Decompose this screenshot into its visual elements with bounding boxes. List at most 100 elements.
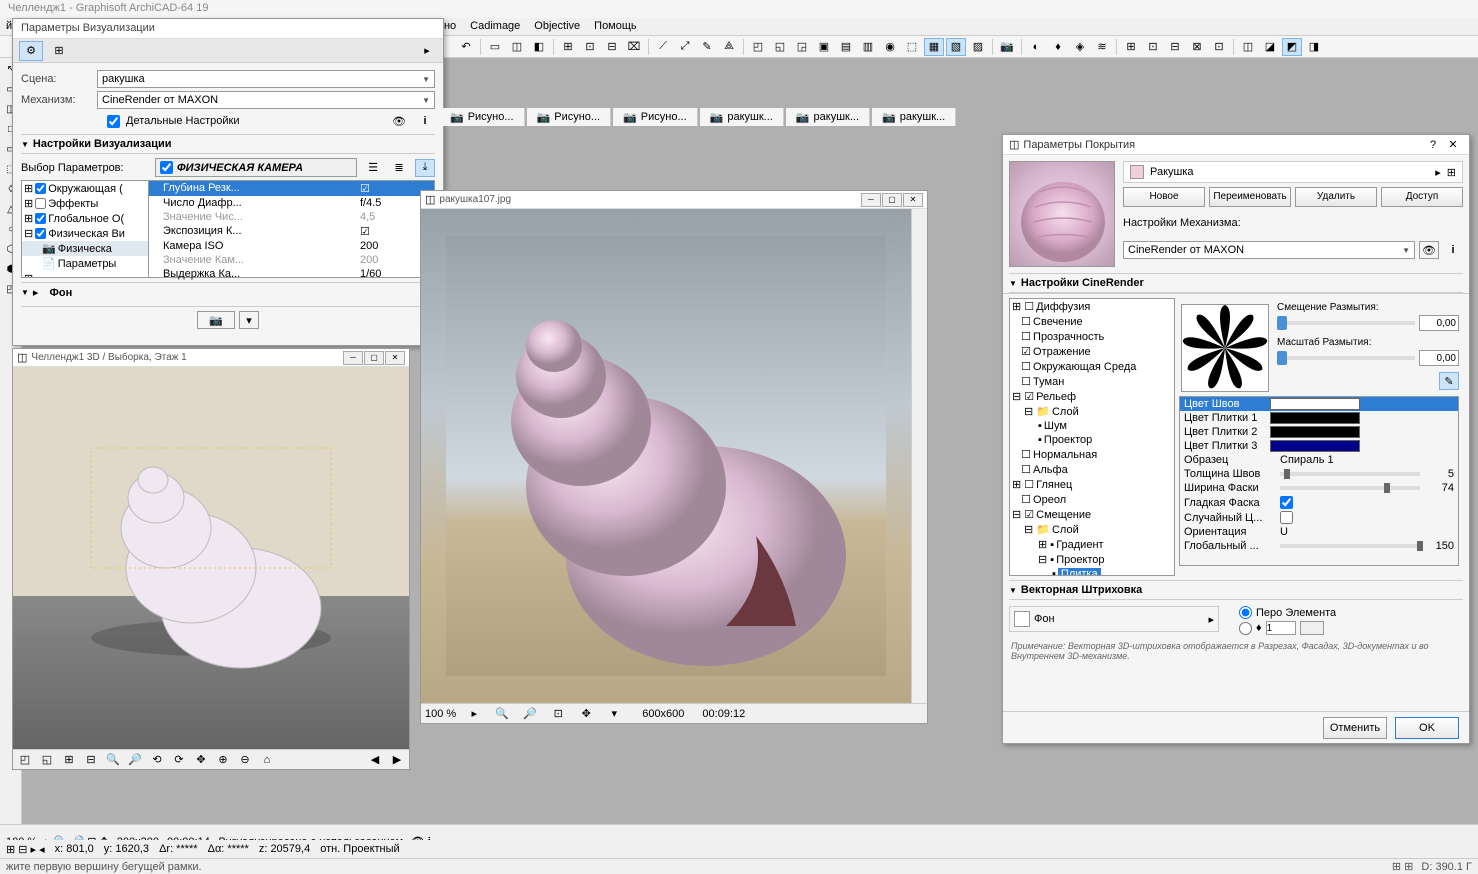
tool-icon[interactable]: ◧ — [529, 38, 549, 56]
tool-icon[interactable]: ⊞ — [558, 38, 578, 56]
close-button[interactable]: ✕ — [385, 351, 405, 365]
maximize-button[interactable]: ▢ — [364, 351, 384, 365]
channel-tree[interactable]: ⊞ ☐ Диффузия ☐ Свечение ☐ Прозрачность ☑… — [1009, 298, 1175, 576]
ok-button[interactable]: OK — [1395, 717, 1459, 739]
nav-icon[interactable]: ⊞ — [59, 751, 79, 769]
fit-icon[interactable]: ⊡ — [548, 705, 568, 723]
menu-objective[interactable]: Objective — [534, 20, 580, 33]
browse-icon[interactable]: ⊞ — [1447, 166, 1456, 179]
render-dropdown-icon[interactable]: ▾ — [239, 311, 259, 329]
list-mode-icon[interactable]: ≣ — [389, 159, 409, 177]
collapse-button[interactable]: ▸ — [417, 42, 437, 60]
doc-tab[interactable]: 📷Рисуно... — [440, 108, 525, 126]
nav-icon[interactable]: ▸ — [464, 705, 484, 723]
delete-button[interactable]: Удалить — [1295, 187, 1377, 207]
detail-checkbox[interactable] — [107, 115, 120, 128]
tool-icon[interactable]: ✎ — [697, 38, 717, 56]
menu-icon[interactable]: ▸ — [1435, 166, 1441, 179]
share-button[interactable]: Доступ — [1381, 187, 1463, 207]
zoom-icon[interactable]: 🔍 — [103, 751, 123, 769]
hatch-section[interactable]: Векторная Штриховка — [1009, 580, 1463, 600]
tool-icon[interactable]: ▥ — [858, 38, 878, 56]
engine-combo[interactable]: CineRender от MAXON▼ — [97, 91, 435, 109]
slider[interactable] — [1280, 486, 1420, 490]
nav-icon[interactable]: ✥ — [191, 751, 211, 769]
minimize-button[interactable]: ─ — [861, 193, 881, 207]
color-swatch[interactable] — [1130, 165, 1144, 179]
doc-tab[interactable]: 📷ракушк... — [700, 108, 784, 126]
background-section[interactable]: Фон — [50, 287, 73, 299]
camera-icon[interactable]: 📷 — [997, 38, 1017, 56]
help-button[interactable]: ? — [1423, 139, 1443, 151]
settings-section-header[interactable]: Настройки Визуализации — [21, 134, 435, 154]
menu-help[interactable]: Помощь — [594, 20, 637, 33]
import-icon[interactable]: ⤓ — [415, 159, 435, 177]
menu-cadimage[interactable]: Cadimage — [470, 20, 520, 33]
nav-icon[interactable]: ⌂ — [257, 751, 277, 769]
tool-icon[interactable]: ⊡ — [580, 38, 600, 56]
nav-icon[interactable]: ◱ — [37, 751, 57, 769]
tool-icon[interactable]: ◈ — [1070, 38, 1090, 56]
nav-icon[interactable]: ◰ — [15, 751, 35, 769]
blur-offset-slider[interactable] — [1277, 316, 1287, 330]
info-icon[interactable]: i — [415, 112, 435, 130]
tool-icon[interactable]: ⊡ — [1209, 38, 1229, 56]
vertical-scrollbar[interactable] — [911, 209, 927, 703]
tool-icon[interactable]: ◨ — [1304, 38, 1324, 56]
close-button[interactable]: ✕ — [903, 193, 923, 207]
minimize-button[interactable]: ─ — [343, 351, 363, 365]
doc-tab[interactable]: 📷Рисуно... — [613, 108, 698, 126]
zoom-icon[interactable]: 🔎 — [125, 751, 145, 769]
tool-icon[interactable]: ⊡ — [1143, 38, 1163, 56]
scene-combo[interactable]: ракушка▼ — [97, 70, 435, 88]
doc-tab[interactable]: 📷ракушк... — [786, 108, 870, 126]
nav-icon[interactable]: ⊟ — [81, 751, 101, 769]
tool-icon[interactable]: ⊟ — [1165, 38, 1185, 56]
hand-icon[interactable]: ✥ — [576, 705, 596, 723]
zoom-icon[interactable]: 🔍 — [492, 705, 512, 723]
param-list[interactable]: Глубина Резк...☑ Число Диафр...f/4.5 Зна… — [149, 180, 435, 278]
tool-icon[interactable]: ♦ — [1048, 38, 1068, 56]
tool-icon[interactable]: ◪ — [1260, 38, 1280, 56]
slider[interactable] — [1280, 472, 1420, 476]
tool-icon[interactable]: ◲ — [792, 38, 812, 56]
tool-icon[interactable]: ◱ — [770, 38, 790, 56]
tool-icon[interactable]: ▧ — [946, 38, 966, 56]
color-row[interactable]: Цвет Плитки 1 — [1180, 411, 1458, 425]
tool-icon[interactable]: ⤢ — [675, 38, 695, 56]
tool-icon[interactable]: ≋ — [1092, 38, 1112, 56]
nav-icon[interactable]: ⊖ — [235, 751, 255, 769]
gear-button[interactable]: ⚙ — [19, 41, 43, 61]
tool-icon[interactable]: ⊟ — [602, 38, 622, 56]
tool-icon[interactable]: ⟁ — [719, 38, 739, 56]
engine-combo[interactable]: CineRender от MAXON▼ — [1123, 241, 1415, 259]
nav-icon[interactable]: ◀ — [365, 751, 385, 769]
color-row[interactable]: Цвет Плитки 2 — [1180, 425, 1458, 439]
doc-tab[interactable]: 📷Рисуно... — [527, 108, 612, 126]
tool-icon[interactable]: ▤ — [836, 38, 856, 56]
3d-viewport[interactable] — [13, 367, 409, 749]
nav-icon[interactable]: ⟳ — [169, 751, 189, 769]
blur-scale-slider[interactable] — [1277, 351, 1287, 365]
tool-icon[interactable]: ⟋ — [653, 38, 673, 56]
color-row[interactable]: Цвет Швов — [1180, 397, 1458, 411]
pen-input[interactable] — [1266, 621, 1296, 635]
render-viewport[interactable] — [421, 209, 911, 703]
param-tree[interactable]: ⊞ Окружающая ( ⊞ Эффекты ⊞ Глобальное О(… — [21, 180, 149, 278]
rename-button[interactable]: Переименовать — [1209, 187, 1291, 207]
cancel-button[interactable]: Отменить — [1323, 717, 1387, 739]
nav-icon[interactable]: ⊕ — [213, 751, 233, 769]
tool-icon[interactable]: ◫ — [507, 38, 527, 56]
dropdown-icon[interactable]: ▸ — [1208, 613, 1214, 626]
tool-icon[interactable]: ▭ — [485, 38, 505, 56]
render-camera-icon[interactable]: 📷 — [197, 311, 235, 329]
list-icon[interactable]: ☰ — [363, 159, 383, 177]
new-button[interactable]: Новое — [1123, 187, 1205, 207]
pen-radio-2[interactable] — [1239, 622, 1252, 635]
tool-icon[interactable]: ◉ — [880, 38, 900, 56]
tool-icon[interactable]: ◫ — [1238, 38, 1258, 56]
color-row[interactable]: Цвет Плитки 3 — [1180, 439, 1458, 453]
nav-icon[interactable]: ⟲ — [147, 751, 167, 769]
tool-icon[interactable]: ▨ — [968, 38, 988, 56]
tool-icon[interactable]: ⊞ — [1121, 38, 1141, 56]
